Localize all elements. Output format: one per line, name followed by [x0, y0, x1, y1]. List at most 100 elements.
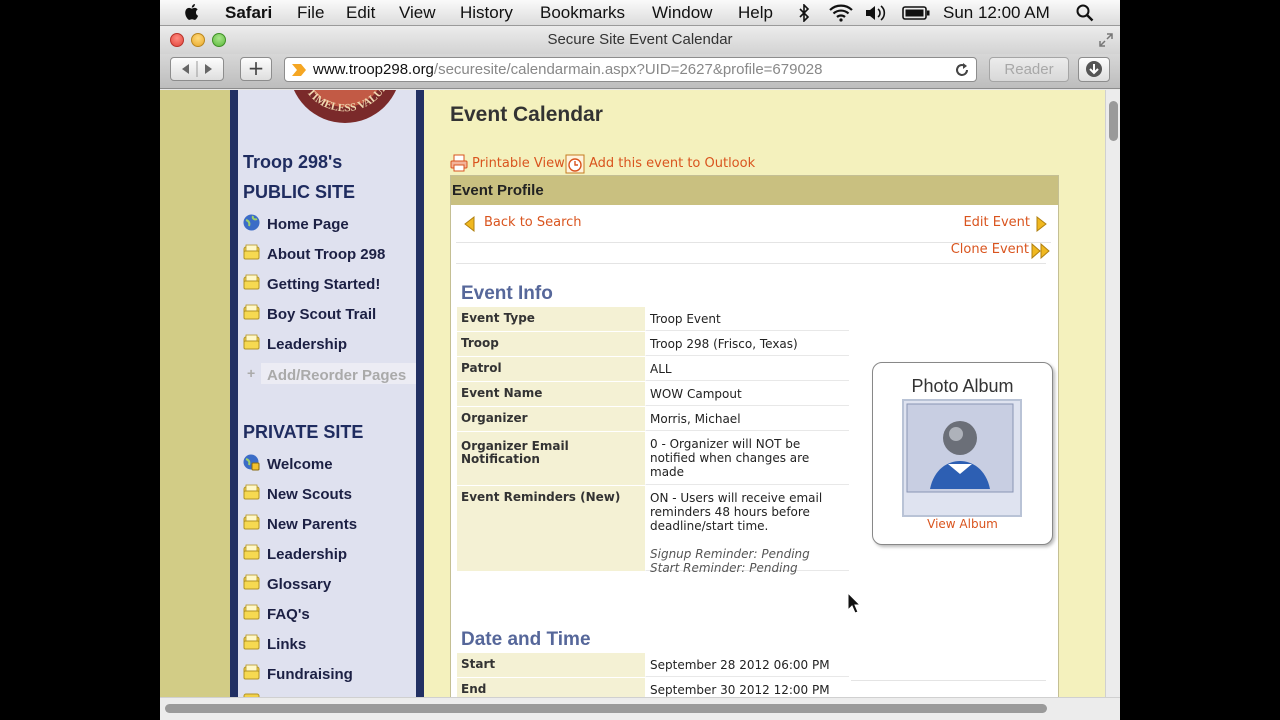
new-tab-button[interactable]: + — [240, 57, 272, 81]
sidebar-item-label: FAQ's — [267, 606, 310, 623]
window-title: Secure Site Event Calendar — [547, 31, 733, 48]
row-value: WOW Campout — [645, 382, 849, 406]
mouse-cursor-icon — [847, 592, 861, 614]
start-reminder-status: Start Reminder: Pending — [650, 561, 798, 575]
reload-icon[interactable] — [954, 62, 970, 78]
sidebar-border-left — [230, 90, 238, 697]
printer-icon — [450, 154, 468, 172]
sidebar-item-label: Home Page — [267, 216, 349, 233]
download-icon — [1086, 61, 1102, 77]
sidebar-item-label: New Scouts — [267, 486, 353, 503]
printable-view-link[interactable]: Printable View — [450, 154, 565, 172]
menu-window[interactable]: Window — [652, 3, 712, 23]
folder-icon — [243, 334, 260, 350]
sidebar-item-label: Boy Scout Trail — [267, 306, 377, 323]
clock[interactable]: Sun 12:00 AM — [943, 3, 1050, 23]
menu-bookmarks[interactable]: Bookmarks — [540, 3, 625, 23]
fullscreen-icon[interactable] — [1098, 32, 1114, 48]
vertical-scroll-thumb[interactable] — [1109, 101, 1118, 141]
public-heading-1: Troop 298's — [243, 152, 343, 172]
menu-file[interactable]: File — [297, 3, 324, 23]
row-label: Patrol — [457, 357, 645, 381]
sidebar-item-label: Glossary — [267, 576, 332, 593]
battery-icon[interactable] — [902, 6, 930, 20]
sidebar-item-label: Welcome — [267, 456, 333, 473]
row-value: ON - Users will receive email reminders … — [645, 486, 849, 575]
clone-event-link[interactable]: Clone Event — [951, 242, 1055, 260]
folder-icon — [243, 604, 260, 620]
user-silhouette-icon — [904, 401, 1020, 515]
edit-event-link[interactable]: Edit Event — [962, 215, 1054, 233]
sidebar-item-label: Leadership — [267, 336, 348, 353]
web-page: TIMELESS VALUES Troop 298's PUBLIC SITE … — [160, 90, 1105, 697]
row-label: Troop — [457, 332, 645, 356]
folder-icon — [243, 274, 260, 290]
screen: Safari File Edit View History Bookmarks … — [160, 0, 1120, 720]
apple-icon[interactable] — [182, 2, 202, 22]
table-row: Organizer Email Notification 0 - Organiz… — [457, 432, 849, 486]
spotlight-search-icon[interactable] — [1076, 4, 1094, 22]
address-bar[interactable]: www.troop298.org/securesite/calendarmain… — [284, 57, 977, 82]
url-path: /securesite/calendarmain.aspx?UID=2627&p… — [433, 61, 823, 78]
back-forward-buttons[interactable] — [170, 57, 224, 81]
table-row: End September 30 2012 12:00 PM — [457, 678, 849, 697]
folder-icon — [243, 484, 260, 500]
reader-button[interactable]: Reader — [989, 57, 1069, 82]
volume-icon[interactable] — [865, 5, 887, 21]
menu-history[interactable]: History — [460, 3, 513, 23]
edit-event-label: Edit Event — [963, 215, 1030, 230]
menu-edit[interactable]: Edit — [346, 3, 375, 23]
row-value: Troop 298 (Frisco, Texas) — [645, 332, 849, 356]
wifi-icon[interactable] — [828, 4, 854, 22]
plus-icon: + — [247, 365, 256, 381]
forward-arrow-icon — [1036, 216, 1047, 232]
row-label: Event Name — [457, 382, 645, 406]
row-value: September 30 2012 12:00 PM — [645, 678, 849, 697]
folder-icon — [243, 304, 260, 320]
sidebar-item-label: New Parents — [267, 516, 358, 533]
folder-icon — [243, 244, 260, 260]
photo-album-card: Photo Album View Album — [872, 362, 1053, 545]
row-label: Organizer — [457, 407, 645, 431]
sidebar-item-label: Links — [267, 636, 307, 653]
public-heading-2: PUBLIC SITE — [243, 182, 356, 202]
page-title: Event Calendar — [450, 103, 603, 126]
sidebar-item-label: Getting Started! — [267, 276, 381, 293]
sidebar-item-label: Leadership — [267, 546, 348, 563]
table-row: Patrol ALL — [457, 357, 849, 382]
folder-icon — [243, 574, 260, 590]
event-info-title: Event Info — [461, 283, 553, 304]
clock-calendar-icon — [565, 154, 585, 174]
bluetooth-icon[interactable] — [798, 4, 810, 22]
row-value: Morris, Michael — [645, 407, 849, 431]
printable-view-label: Printable View — [472, 156, 565, 171]
album-thumbnail[interactable] — [902, 399, 1022, 517]
vertical-scrollbar[interactable] — [1105, 90, 1120, 697]
troop-logo: TIMELESS VALUES — [293, 90, 397, 123]
site-favicon-icon — [292, 64, 306, 76]
table-row: Troop Troop 298 (Frisco, Texas) — [457, 332, 849, 357]
horizontal-scrollbar[interactable] — [160, 697, 1120, 720]
folder-icon — [243, 514, 260, 530]
menu-view[interactable]: View — [399, 3, 436, 23]
add-to-outlook-link[interactable]: Add this event to Outlook — [565, 154, 756, 174]
downloads-button[interactable] — [1078, 57, 1110, 82]
table-row: Event Type Troop Event — [457, 307, 849, 332]
divider — [456, 263, 1046, 264]
signup-reminder-status: Signup Reminder: Pending — [650, 547, 810, 561]
view-album-link[interactable]: View Album — [873, 517, 1052, 531]
event-profile-header: Event Profile — [451, 176, 1058, 205]
reminder-text: ON - Users will receive email reminders … — [650, 491, 823, 533]
browser-toolbar: + www.troop298.org/securesite/calendarma… — [160, 54, 1120, 89]
table-row: Start September 28 2012 06:00 PM — [457, 653, 849, 678]
url-host: www.troop298.org — [313, 61, 434, 78]
menu-help[interactable]: Help — [738, 3, 773, 23]
add-to-outlook-label: Add this event to Outlook — [589, 156, 756, 171]
horizontal-scroll-thumb[interactable] — [165, 704, 1047, 713]
menu-bar: Safari File Edit View History Bookmarks … — [160, 0, 1120, 26]
event-profile-panel: Event Profile Back to Search Edit Event … — [450, 175, 1059, 697]
table-row: Event Reminders (New) ON - Users will re… — [457, 486, 849, 575]
row-label: Start — [457, 653, 645, 677]
row-label: End — [457, 678, 645, 697]
menu-app[interactable]: Safari — [225, 3, 272, 23]
